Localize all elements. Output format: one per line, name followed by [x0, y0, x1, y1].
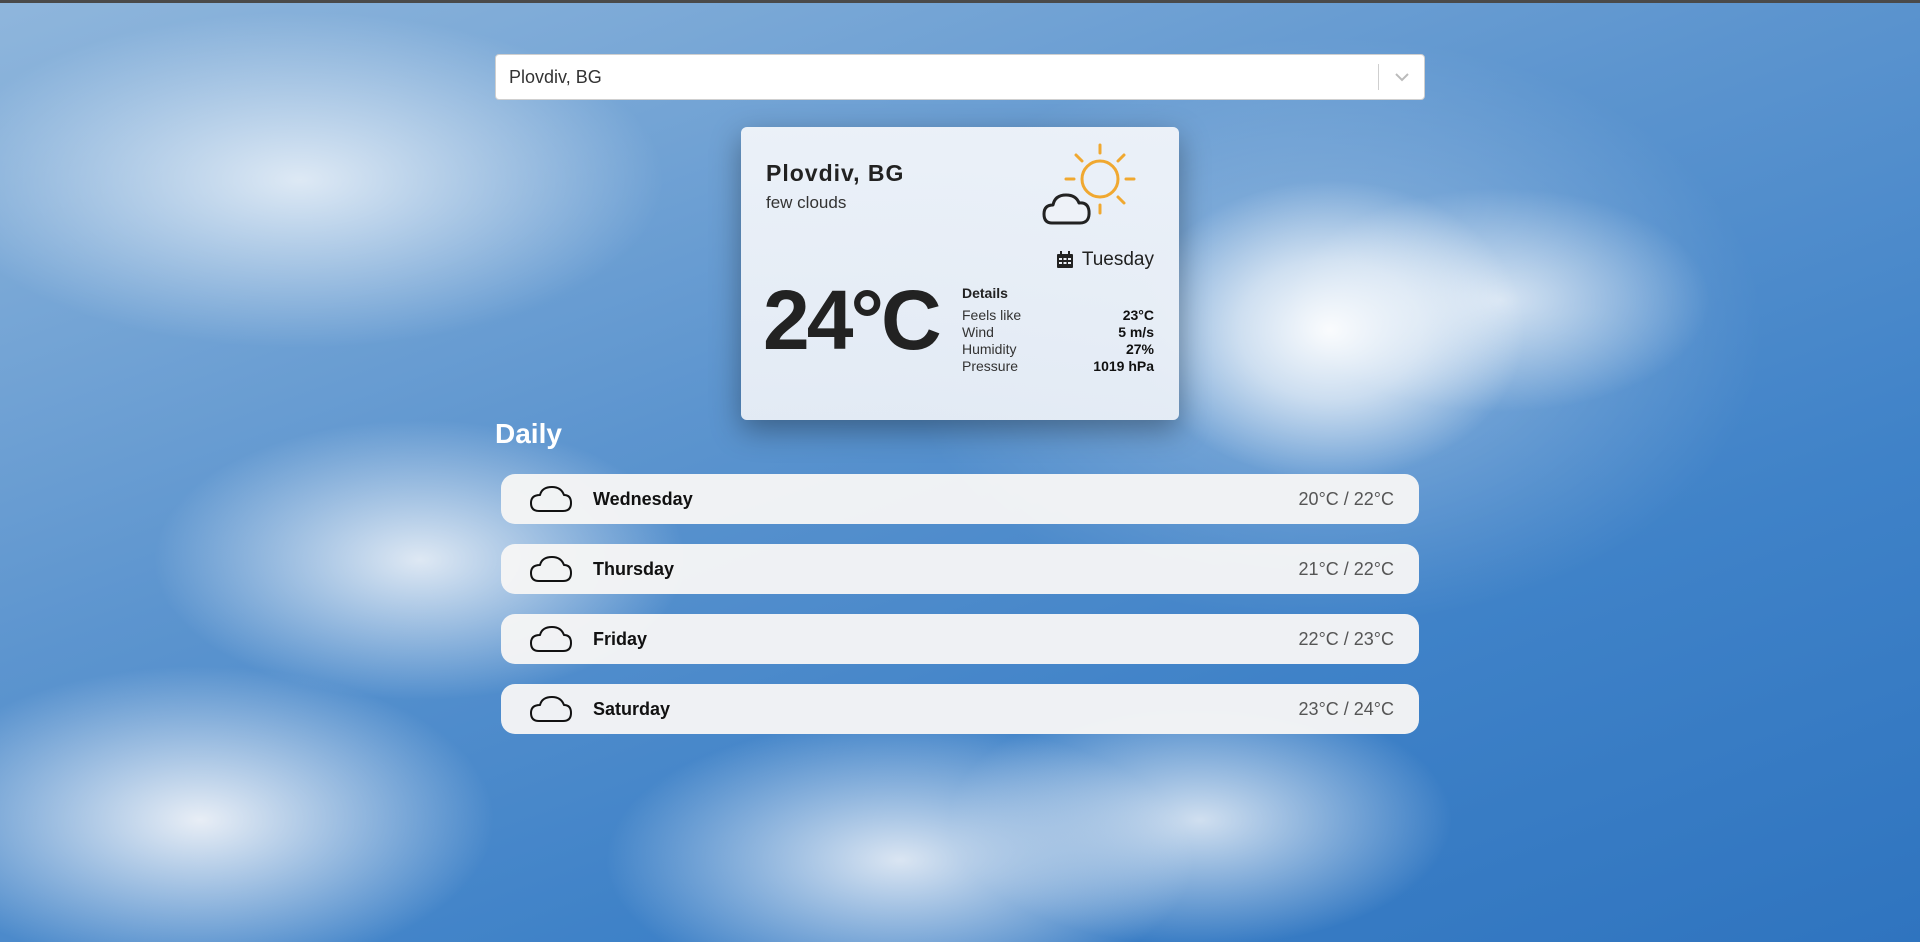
detail-row-wind: Wind 5 m/s: [962, 324, 1154, 341]
cloud-icon: [530, 556, 572, 582]
daily-item-thursday[interactable]: Thursday 21°C / 22°C: [501, 544, 1419, 594]
current-day-label: Tuesday: [1081, 249, 1154, 270]
daily-day-label: Saturday: [593, 698, 671, 719]
current-day: Tuesday: [1056, 249, 1154, 271]
detail-value: 23°C: [1122, 307, 1154, 323]
city-search-select[interactable]: Plovdiv, BG: [495, 54, 1425, 100]
sun-cloud-icon: [1042, 143, 1136, 225]
cloud-icon: [530, 486, 572, 512]
search-input[interactable]: Plovdiv, BG: [496, 67, 1378, 88]
daily-item-wednesday[interactable]: Wednesday 20°C / 22°C: [501, 474, 1419, 524]
daily-temp-range: 22°C / 23°C: [1298, 628, 1394, 649]
chevron-down-icon: [1394, 73, 1409, 82]
details-panel: Details Feels like 23°C Wind 5 m/s Humid…: [962, 285, 1154, 375]
city-name: Plovdiv, BG: [766, 160, 905, 186]
current-temperature: 24°C: [763, 273, 942, 367]
detail-label: Feels like: [962, 307, 1022, 323]
daily-forecast-list: Wednesday 20°C / 22°C Thursday 21°C / 22…: [501, 474, 1419, 754]
daily-item-friday[interactable]: Friday 22°C / 23°C: [501, 614, 1419, 664]
browser-top-edge: [0, 0, 1920, 3]
daily-temp-range: 20°C / 22°C: [1298, 488, 1394, 509]
detail-row-pressure: Pressure 1019 hPa: [962, 358, 1154, 375]
detail-label: Wind: [962, 324, 994, 340]
details-title: Details: [962, 285, 1008, 301]
calendar-icon: [1056, 251, 1073, 268]
detail-row-humidity: Humidity 27%: [962, 341, 1154, 358]
daily-heading: Daily: [495, 418, 562, 449]
detail-row-feels-like: Feels like 23°C: [962, 307, 1154, 324]
detail-label: Pressure: [962, 358, 1019, 374]
daily-day-label: Wednesday: [593, 488, 693, 509]
detail-label: Humidity: [962, 341, 1017, 357]
current-weather-card: Plovdiv, BG few clouds Tuesday 24°C Deta…: [741, 127, 1179, 420]
detail-value: 1019 hPa: [1093, 358, 1154, 374]
daily-temp-range: 21°C / 22°C: [1298, 558, 1394, 579]
detail-value: 27%: [1125, 341, 1154, 357]
weather-description: few clouds: [766, 193, 847, 212]
daily-temp-range: 23°C / 24°C: [1298, 698, 1394, 719]
daily-item-saturday[interactable]: Saturday 23°C / 24°C: [501, 684, 1419, 734]
dropdown-toggle-button[interactable]: [1379, 54, 1424, 100]
detail-value: 5 m/s: [1118, 324, 1154, 340]
cloud-icon: [530, 696, 572, 722]
daily-day-label: Thursday: [593, 558, 675, 579]
cloud-icon: [530, 626, 572, 652]
daily-day-label: Friday: [593, 628, 648, 649]
